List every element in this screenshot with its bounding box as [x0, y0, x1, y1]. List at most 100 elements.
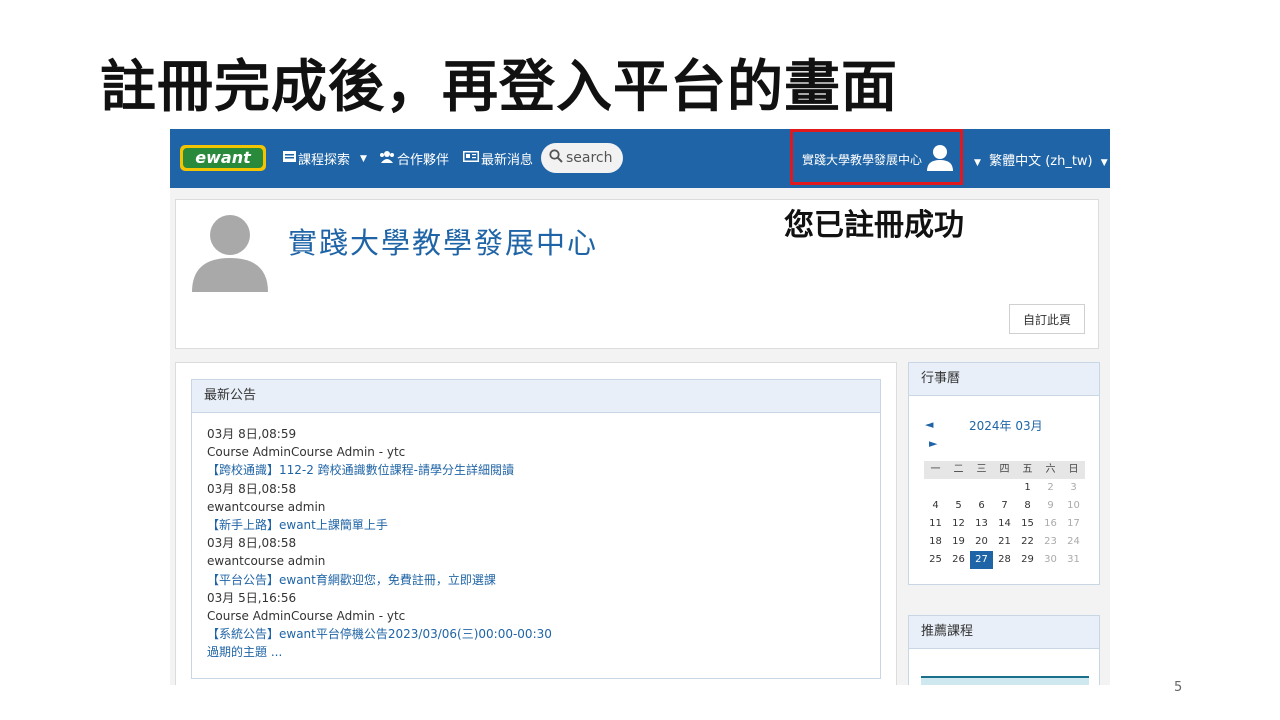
- screenshot-frame: ewant 課程探索 ▼ 合作夥伴 最新消息 search 實踐大學教學發展中心…: [170, 129, 1110, 685]
- user-avatar-icon[interactable]: [926, 143, 954, 173]
- calendar-block: 行事曆 ◄ 2024年 03月 ► 一 二 三 四 五 六 日 1 2 3 4 …: [908, 362, 1100, 585]
- language-menu[interactable]: ▼ 繁體中文 (zh_tw) ▼: [974, 150, 1108, 169]
- calendar-day[interactable]: 12: [947, 515, 970, 533]
- calendar-weekday-row: 一 二 三 四 五 六 日: [924, 461, 1086, 479]
- caret-down-icon: ▼: [1100, 158, 1108, 168]
- calendar-day[interactable]: 13: [970, 515, 993, 533]
- nav-course-explore[interactable]: 課程探索 ▼: [283, 149, 367, 168]
- course-icon: [283, 151, 296, 166]
- weekday-label: 六: [1039, 461, 1062, 479]
- calendar-day[interactable]: 8: [1016, 497, 1039, 515]
- calendar-next-button[interactable]: ►: [929, 437, 937, 450]
- calendar-day[interactable]: 20: [970, 533, 993, 551]
- nav-label: 合作夥伴: [397, 153, 450, 168]
- news-author: Course AdminCourse Admin - ytc: [207, 609, 406, 624]
- calendar-day-today[interactable]: 27: [970, 551, 993, 569]
- profile-name: 實踐大學教學發展中心: [288, 226, 599, 260]
- news-author: Course AdminCourse Admin - ytc: [207, 445, 406, 460]
- calendar-day[interactable]: 19: [947, 533, 970, 551]
- nav-news[interactable]: 最新消息: [463, 149, 533, 168]
- calendar-day[interactable]: 30: [1039, 551, 1062, 569]
- course-thumbnail[interactable]: [921, 676, 1089, 685]
- weekday-label: 二: [947, 461, 970, 479]
- calendar-day[interactable]: 25: [924, 551, 947, 569]
- calendar-day: [970, 479, 993, 497]
- calendar-day[interactable]: 22: [1016, 533, 1039, 551]
- weekday-label: 三: [970, 461, 993, 479]
- calendar-week-row: 4 5 6 7 8 9 10: [924, 497, 1086, 515]
- calendar-day[interactable]: 21: [993, 533, 1016, 551]
- nav-label: 最新消息: [481, 153, 534, 168]
- news-link[interactable]: 【新手上路】ewant上課簡單上手: [207, 516, 552, 534]
- calendar-day: [993, 479, 1016, 497]
- calendar-grid: 一 二 三 四 五 六 日 1 2 3 4 5 6 7 8 9 10 11 12…: [924, 461, 1086, 569]
- calendar-day[interactable]: 1: [1016, 479, 1039, 497]
- calendar-day[interactable]: 10: [1062, 497, 1085, 515]
- calendar-day[interactable]: 5: [947, 497, 970, 515]
- weekday-label: 四: [993, 461, 1016, 479]
- recommended-header: 推薦課程: [909, 616, 1099, 649]
- search-icon: [549, 149, 563, 167]
- calendar-month-label: 2024年 03月: [969, 419, 1043, 433]
- calendar-day[interactable]: 15: [1016, 515, 1039, 533]
- calendar-week-row: 18 19 20 21 22 23 24: [924, 533, 1086, 551]
- calendar-day: [924, 479, 947, 497]
- calendar-week-row: 25 26 27 28 29 30 31: [924, 551, 1086, 569]
- calendar-day[interactable]: 28: [993, 551, 1016, 569]
- calendar-day[interactable]: 31: [1062, 551, 1085, 569]
- calendar-day[interactable]: 14: [993, 515, 1016, 533]
- news-item: 03月 8日,08:59 Course AdminCourse Admin - …: [207, 425, 552, 480]
- calendar-day: [947, 479, 970, 497]
- language-label: 繁體中文 (zh_tw): [989, 154, 1093, 169]
- news-link[interactable]: 【系統公告】ewant平台停機公告2023/03/06(三)00:00-00:3…: [207, 625, 552, 643]
- calendar-day[interactable]: 9: [1039, 497, 1062, 515]
- news-date: 03月 8日,08:58: [207, 481, 297, 496]
- calendar-day[interactable]: 6: [970, 497, 993, 515]
- calendar-day[interactable]: 4: [924, 497, 947, 515]
- news-date: 03月 8日,08:59: [207, 427, 297, 441]
- nav-label: 課程探索: [298, 153, 351, 168]
- slide-title: 註冊完成後，再登入平台的畫面: [100, 55, 898, 120]
- ewant-logo[interactable]: ewant: [180, 141, 266, 175]
- news-item: 03月 5日,16:56 Course AdminCourse Admin - …: [207, 589, 552, 644]
- news-author: ewantcourse admin: [207, 554, 326, 569]
- calendar-day[interactable]: 24: [1062, 533, 1085, 551]
- calendar-prev-button[interactable]: ◄: [925, 418, 933, 431]
- weekday-label: 一: [924, 461, 947, 479]
- calendar-day[interactable]: 26: [947, 551, 970, 569]
- calendar-day[interactable]: 16: [1039, 515, 1062, 533]
- calendar-day[interactable]: 23: [1039, 533, 1062, 551]
- calendar-header: 行事曆: [909, 363, 1099, 396]
- nav-partners[interactable]: 合作夥伴: [379, 149, 449, 168]
- older-topics-link[interactable]: 過期的主題 ...: [207, 643, 552, 661]
- calendar-day[interactable]: 29: [1016, 551, 1039, 569]
- customize-page-button[interactable]: 自訂此頁: [1009, 304, 1085, 334]
- news-link[interactable]: 【跨校通識】112-2 跨校通識數位課程-請學分生詳細閱讀: [207, 461, 552, 479]
- weekday-label: 日: [1062, 461, 1085, 479]
- user-menu-name[interactable]: 實踐大學教學發展中心: [802, 151, 922, 168]
- news-item: 03月 8日,08:58 ewantcourse admin 【新手上路】ewa…: [207, 480, 552, 535]
- top-navbar: ewant 課程探索 ▼ 合作夥伴 最新消息 search 實踐大學教學發展中心…: [170, 129, 1110, 188]
- calendar-day[interactable]: 17: [1062, 515, 1085, 533]
- main-content-card: 最新公告 03月 8日,08:59 Course AdminCourse Adm…: [175, 362, 897, 685]
- news-header: 最新公告: [192, 380, 880, 413]
- calendar-week-row: 11 12 13 14 15 16 17: [924, 515, 1086, 533]
- news-icon: [463, 151, 479, 166]
- news-list: 03月 8日,08:59 Course AdminCourse Admin - …: [207, 425, 552, 662]
- news-link[interactable]: 【平台公告】ewant育網歡迎您，免費註冊，立即選課: [207, 571, 552, 589]
- calendar-day[interactable]: 2: [1039, 479, 1062, 497]
- slide-number: 5: [1174, 680, 1183, 695]
- weekday-label: 五: [1016, 461, 1039, 479]
- calendar-day[interactable]: 18: [924, 533, 947, 551]
- calendar-week-row: 1 2 3: [924, 479, 1086, 497]
- news-author: ewantcourse admin: [207, 499, 326, 514]
- calendar-day[interactable]: 11: [924, 515, 947, 533]
- calendar-day[interactable]: 3: [1062, 479, 1085, 497]
- search-input[interactable]: search: [541, 143, 623, 173]
- news-item: 03月 8日,08:58 ewantcourse admin 【平台公告】ewa…: [207, 534, 552, 589]
- news-date: 03月 8日,08:58: [207, 536, 297, 551]
- news-date: 03月 5日,16:56: [207, 590, 297, 605]
- registration-success-callout: 您已註冊成功: [784, 208, 964, 243]
- calendar-day[interactable]: 7: [993, 497, 1016, 515]
- caret-down-icon: ▼: [974, 158, 981, 168]
